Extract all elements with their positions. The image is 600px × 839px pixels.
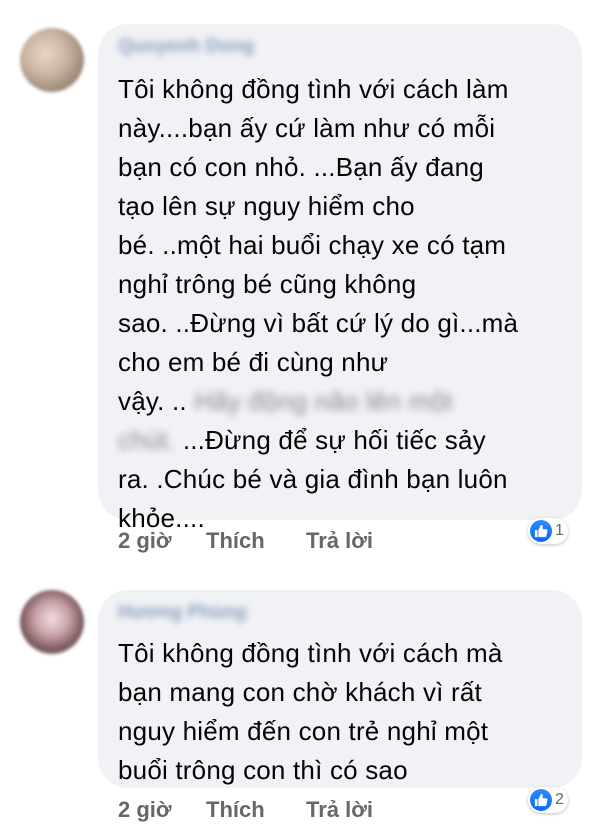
reaction-badge[interactable]: 2 [528, 787, 568, 813]
comment-author[interactable]: Quoyenh Dong [118, 36, 254, 58]
comment-fragment: vậy. .. [118, 386, 187, 416]
blurred-text: chút. [118, 425, 176, 455]
comment-author[interactable]: Hương Phùng [118, 602, 247, 624]
comment-line: Tôi không đồng tình với cách mà [118, 638, 503, 668]
comment-line: cho em bé đi cùng như [118, 347, 389, 377]
comment-fragment: ...Đừng để sự hối tiếc sảy [182, 425, 486, 455]
comment-line: sao. ..Đừng vì bất cứ lý do gì...mà [118, 308, 519, 338]
comment-line: này....bạn ấy cứ làm như có mỗi [118, 113, 496, 143]
comment-line: bạn có con nhỏ. ...Bạn ấy đang [118, 152, 484, 182]
like-thumb-icon [530, 789, 552, 811]
comment-line: ra. .Chúc bé và gia đình bạn luôn [118, 464, 508, 494]
comment-line: bạn mang con chờ khách vì rất [118, 677, 482, 707]
like-button[interactable]: Thích [206, 797, 265, 823]
comment-line: chút. ...Đừng để sự hối tiếc sảy [118, 421, 518, 460]
comment-line: nghỉ trông bé cũng không [118, 269, 417, 299]
comment-line: buổi trông con thì có sao [118, 755, 408, 785]
avatar[interactable] [20, 590, 84, 654]
like-button[interactable]: Thích [206, 528, 265, 554]
comment-line: bé. ..một hai buổi chạy xe có tạm [118, 230, 507, 260]
reaction-badge[interactable]: 1 [528, 518, 568, 544]
reaction-count: 1 [555, 522, 564, 539]
comment-text: Tôi không đồng tình với cách mà bạn mang … [118, 634, 503, 790]
comment-line: Tôi không đồng tình với cách làm [118, 74, 509, 104]
reply-button[interactable]: Trả lời [306, 528, 373, 554]
comment-time[interactable]: 2 giờ [118, 797, 172, 823]
comment-line: tạo lên sự nguy hiểm cho [118, 191, 415, 221]
comment-bubble: Hương Phùng Tôi không đồng tình với cách… [98, 590, 582, 788]
comment-bubble: Quoyenh Dong Tôi không đồng tình với các… [98, 24, 582, 533]
comment-time[interactable]: 2 giờ [118, 528, 172, 554]
reply-button[interactable]: Trả lời [306, 797, 373, 823]
comment-line: vậy. .. Hãy động não lên một [118, 382, 518, 421]
comment-text: Tôi không đồng tình với cách làm này....b… [118, 70, 518, 538]
blurred-text: Hãy động não lên một [194, 386, 453, 416]
reaction-count: 2 [555, 791, 564, 808]
avatar[interactable] [20, 28, 84, 92]
comment-line: nguy hiểm đến con trẻ nghỉ một [118, 716, 489, 746]
like-thumb-icon [530, 520, 552, 542]
